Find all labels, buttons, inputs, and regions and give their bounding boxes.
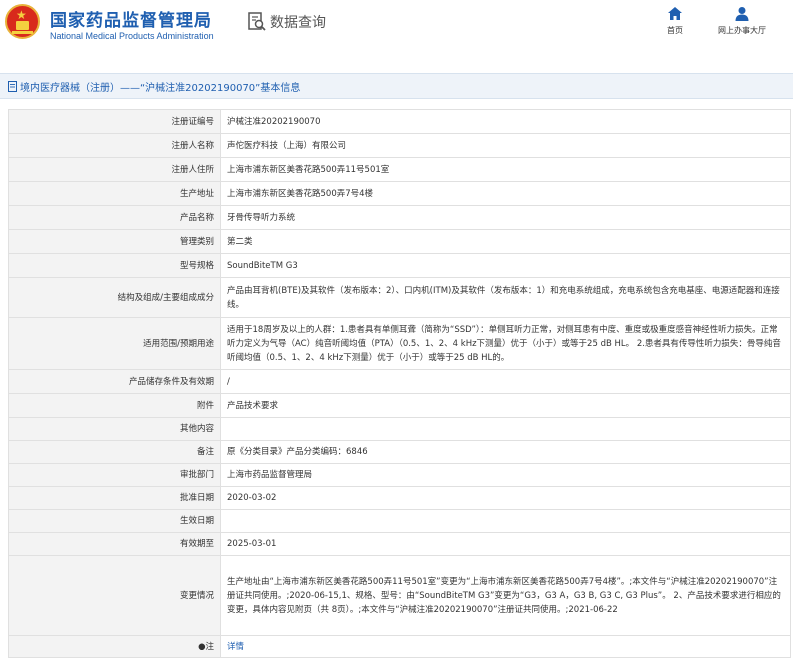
field-value: 产品技术要求 <box>220 393 791 418</box>
field-label: 变更情况 <box>8 555 221 636</box>
field-label: 产品储存条件及有效期 <box>8 369 221 394</box>
field-label: 备注 <box>8 440 221 464</box>
field-label: 管理类别 <box>8 229 221 254</box>
field-value <box>220 509 791 533</box>
nav-home-label: 首页 <box>667 26 683 35</box>
field-label: 附件 <box>8 393 221 418</box>
field-label: 其他内容 <box>8 417 221 441</box>
device-detail-table: 注册证编号 沪械注准20202190070 注册人名称 声佗医疗科技（上海）有限公司… <box>8 109 791 658</box>
field-label: 型号规格 <box>8 253 221 278</box>
field-value: 原《分类目录》产品分类编码：6846 <box>220 440 791 464</box>
field-value: 沪械注准20202190070 <box>220 109 791 134</box>
field-label: 适用范围/预期用途 <box>8 317 221 370</box>
field-label: 有效期至 <box>8 532 221 556</box>
field-label: 注册人名称 <box>8 133 221 158</box>
field-label: 批准日期 <box>8 486 221 510</box>
field-label: 注册证编号 <box>8 109 221 134</box>
site-header: ★ 国家药品监督管理局 National Medical Products Ad… <box>0 0 793 46</box>
field-value: 上海市浦东新区美香花路500弄11号501室 <box>220 157 791 182</box>
field-value: 牙骨传导听力系统 <box>220 205 791 230</box>
nav-online-label: 网上办事大厅 <box>718 26 766 35</box>
table-row: 附件 产品技术要求 <box>8 393 791 418</box>
org-name-cn[interactable]: 国家药品监督管理局 <box>50 6 212 31</box>
nav-online-hall-link[interactable]: 网上办事大厅 <box>710 6 774 36</box>
field-value: 2020-03-02 <box>220 486 791 510</box>
record-title-bar: 境内医疗器械（注册）——“沪械注准20202190070”基本信息 <box>0 73 793 99</box>
data-query-label: 数据查询 <box>270 15 326 31</box>
field-label: 产品名称 <box>8 205 221 230</box>
user-icon <box>735 7 749 21</box>
field-value: 上海市药品监督管理局 <box>220 463 791 487</box>
table-row: 产品名称 牙骨传导听力系统 <box>8 205 791 230</box>
page-title: 境内医疗器械（注册）——“沪械注准20202190070”基本信息 <box>20 82 301 94</box>
data-query-title: 数据查询 <box>248 10 326 34</box>
field-label: 结构及组成/主要组成成分 <box>8 277 221 318</box>
field-label: 生产地址 <box>8 181 221 206</box>
national-emblem-icon: ★ <box>5 4 40 39</box>
org-name-en[interactable]: National Medical Products Administration <box>50 31 214 41</box>
field-value: / <box>220 369 791 394</box>
field-label: 生效日期 <box>8 509 221 533</box>
table-row: 变更情况 生产地址由“上海市浦东新区美香花路500弄11号501室”变更为“上海市… <box>8 555 791 636</box>
field-value: 适用于18周岁及以上的人群：1.患者具有单侧耳聋（简称为“SSD”）：单侧耳听力… <box>220 317 791 370</box>
table-row: 审批部门 上海市药品监督管理局 <box>8 463 791 487</box>
table-row: 注册证编号 沪械注准20202190070 <box>8 109 791 134</box>
table-row: 有效期至 2025-03-01 <box>8 532 791 556</box>
table-row: 批准日期 2020-03-02 <box>8 486 791 510</box>
table-row: 管理类别 第二类 <box>8 229 791 254</box>
field-label: 注册人住所 <box>8 157 221 182</box>
field-value: 上海市浦东新区美香花路500弄7号4楼 <box>220 181 791 206</box>
table-row: 注册人住所 上海市浦东新区美香花路500弄11号501室 <box>8 157 791 182</box>
table-row: 型号规格 SoundBiteTM G3 <box>8 253 791 278</box>
document-icon <box>8 80 17 92</box>
field-value: 生产地址由“上海市浦东新区美香花路500弄11号501室”变更为“上海市浦东新区… <box>220 555 791 636</box>
field-value: 产品由耳背机(BTE)及其软件（发布版本：2）、口内机(ITM)及其软件（发布版… <box>220 277 791 318</box>
field-value: 第二类 <box>220 229 791 254</box>
table-row: 适用范围/预期用途 适用于18周岁及以上的人群：1.患者具有单侧耳聋（简称为“SS… <box>8 317 791 370</box>
table-row: 生产地址 上海市浦东新区美香花路500弄7号4楼 <box>8 181 791 206</box>
field-label: 审批部门 <box>8 463 221 487</box>
field-value: 声佗医疗科技（上海）有限公司 <box>220 133 791 158</box>
table-row: 注册人名称 声佗医疗科技（上海）有限公司 <box>8 133 791 158</box>
field-label: ●注 <box>8 635 221 658</box>
table-row: ●注 详情 <box>8 635 791 658</box>
table-row: 产品储存条件及有效期 / <box>8 369 791 394</box>
table-row: 结构及组成/主要组成成分 产品由耳背机(BTE)及其软件（发布版本：2）、口内机(… <box>8 277 791 318</box>
table-row: 其他内容 <box>8 417 791 441</box>
table-row: 生效日期 <box>8 509 791 533</box>
field-value: 详情 <box>220 635 791 658</box>
nav-home-link[interactable]: 首页 <box>660 6 690 36</box>
field-value <box>220 417 791 441</box>
field-value: 2025-03-01 <box>220 532 791 556</box>
document-search-icon <box>248 12 266 31</box>
details-link[interactable]: 详情 <box>227 642 244 652</box>
field-value: SoundBiteTM G3 <box>220 253 791 278</box>
home-icon <box>668 7 682 20</box>
table-row: 备注 原《分类目录》产品分类编码：6846 <box>8 440 791 464</box>
